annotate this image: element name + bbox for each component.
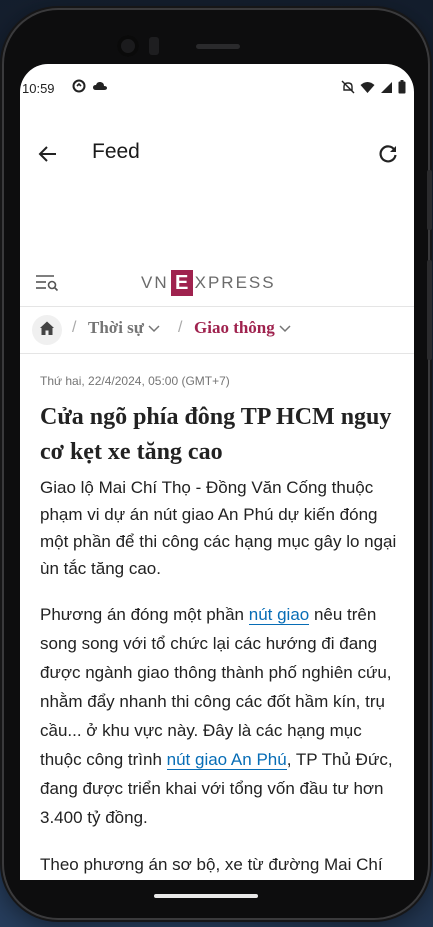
breadcrumb-label: Thời sự xyxy=(88,318,144,337)
earpiece-speaker xyxy=(196,44,240,49)
article-title: Cửa ngõ phía đông TP HCM nguy cơ kẹt xe … xyxy=(40,404,392,465)
back-button[interactable] xyxy=(36,142,60,166)
breadcrumb-separator: / xyxy=(178,319,183,336)
refresh-button[interactable] xyxy=(376,142,400,166)
paragraph-text: nêu trên song song với tổ chức lại các h… xyxy=(40,605,392,769)
app-bar-title: Feed xyxy=(92,140,140,163)
chevron-down-icon xyxy=(279,318,291,338)
gesture-nav-bar[interactable] xyxy=(154,894,258,898)
article: Thứ hai, 22/4/2024, 05:00 (GMT+7) Cửa ng… xyxy=(40,364,400,879)
breadcrumb-item-giao-thong[interactable]: Giao thông xyxy=(194,318,291,338)
front-camera xyxy=(117,35,139,57)
logo-box-letter: E xyxy=(170,270,193,296)
article-paragraph: Theo phương án sơ bộ, xe từ đường Mai Ch… xyxy=(40,855,383,874)
paragraph-text: Phương án đóng một phần xyxy=(40,605,249,624)
article-lead: Giao lộ Mai Chí Thọ - Đồng Văn Cống thuộ… xyxy=(40,478,397,578)
battery-icon xyxy=(398,80,406,97)
webview[interactable]: VN E XPRESS / Thời sự / Giao thông Thứ h… xyxy=(20,254,414,880)
cloud-icon xyxy=(92,79,108,96)
phone-screen: 10:59 Feed VN E XPRESS / Thời sự / Giao … xyxy=(20,64,414,880)
home-icon xyxy=(39,320,55,341)
article-paragraph: Phương án đóng một phần nút giao nêu trê… xyxy=(40,600,400,832)
wifi-icon xyxy=(360,81,375,97)
status-time: 10:59 xyxy=(22,81,55,96)
power-button xyxy=(427,260,432,360)
logo-left-text: VN xyxy=(141,273,169,292)
breadcrumb-separator: / xyxy=(72,319,77,336)
signal-icon xyxy=(380,81,393,97)
status-left-icons xyxy=(72,79,108,96)
app-bar: Feed xyxy=(20,124,414,184)
status-bar: 10:59 xyxy=(20,64,414,114)
logo-right-text: XPRESS xyxy=(194,273,276,292)
link-nut-giao[interactable]: nút giao xyxy=(248,605,310,625)
link-nut-giao-an-phu[interactable]: nút giao An Phú xyxy=(166,750,287,770)
breadcrumb: / Thời sự / Giao thông xyxy=(20,307,414,354)
arrow-back-icon xyxy=(36,146,60,170)
site-header: VN E XPRESS xyxy=(20,254,414,307)
chevron-down-icon xyxy=(148,318,160,338)
refresh-icon xyxy=(376,145,400,170)
home-button[interactable] xyxy=(32,315,62,345)
breadcrumb-item-thoi-su[interactable]: Thời sự xyxy=(88,318,160,338)
notifications-off-icon xyxy=(341,80,355,97)
volume-button xyxy=(427,170,432,230)
menu-search-icon[interactable] xyxy=(36,274,60,292)
vnexpress-logo[interactable]: VN E XPRESS xyxy=(141,268,276,298)
article-date: Thứ hai, 22/4/2024, 05:00 (GMT+7) xyxy=(40,374,230,388)
breadcrumb-label: Giao thông xyxy=(194,318,275,337)
proximity-sensor xyxy=(149,37,159,55)
data-saver-icon xyxy=(72,79,86,96)
status-right-icons xyxy=(341,80,406,97)
